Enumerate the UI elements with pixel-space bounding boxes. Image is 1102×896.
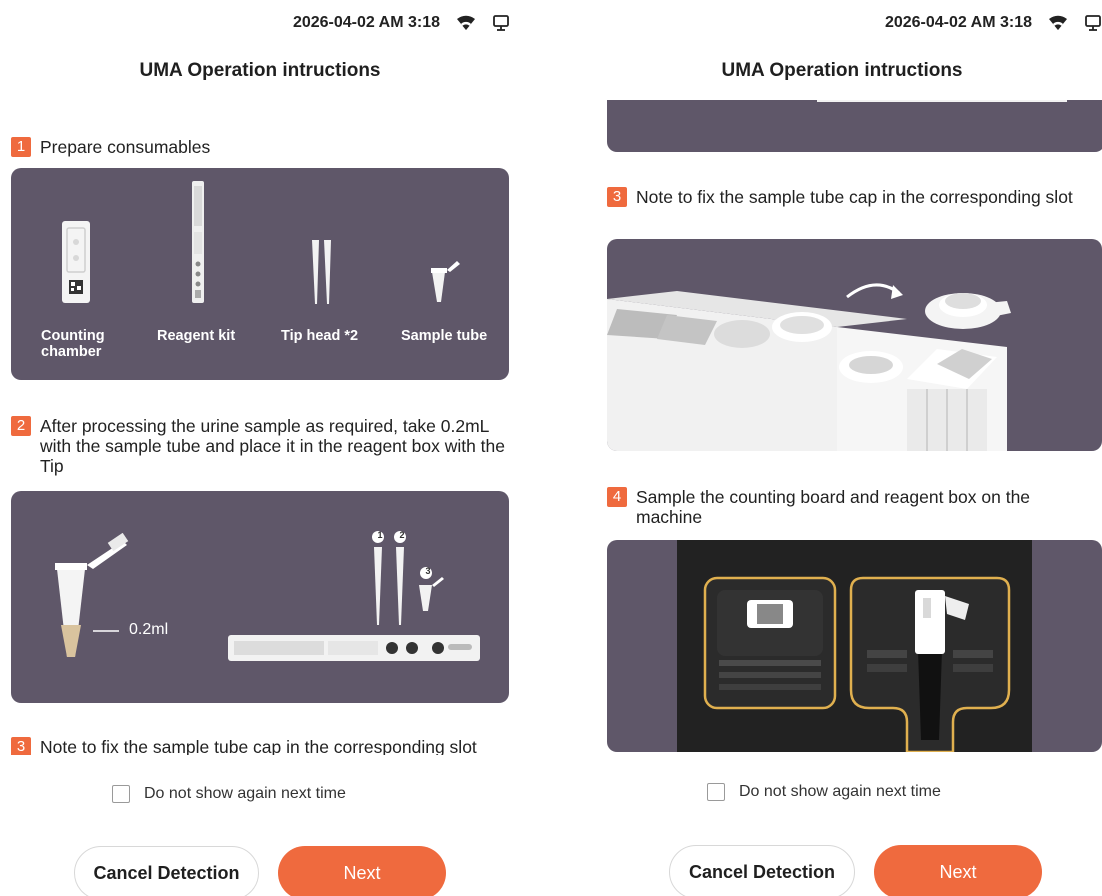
tip-head-image [312,240,331,304]
tip-marker: 1 [377,530,383,540]
do-not-show-again[interactable]: Do not show again next time [112,785,346,803]
reagent-box-tail-image [817,100,1067,102]
sample-loading-illustration: 0.2ml 1 2 3 [11,491,509,703]
next-button[interactable]: Next [874,845,1042,896]
step-text: After processing the urine sample as req… [40,416,506,476]
do-not-show-checkbox[interactable] [112,785,130,803]
step-text: Sample the counting board and reagent bo… [636,487,1031,527]
page-title: UMA Operation intructions [721,60,963,81]
step-number: 1 [11,137,31,157]
next-button[interactable]: Next [278,846,446,896]
screen-right: 2026-04-02 AM 3:18 UMA Operation intruct… [582,0,1102,896]
tips-and-reagent-box-image [228,531,480,661]
checkbox-label: Do not show again next time [739,783,941,800]
volume-label: 0.2ml [129,621,169,638]
sample-tube-image [431,261,460,302]
step-text: Note to fix the sample tube cap in the c… [40,737,477,755]
sample-loading-illustration [607,100,1102,152]
tube-marker: 3 [425,566,431,576]
step-1: 1 Prepare consumables [11,137,511,157]
wifi-icon [1049,15,1067,30]
step-text: Prepare consumables [40,137,211,157]
page-title: UMA Operation intructions [139,60,381,81]
status-datetime: 2026-04-02 AM 3:18 [884,14,1032,31]
tip-marker: 2 [399,530,405,540]
instructions-scroll-area[interactable]: 3 Note to fix the sample tube cap in the… [582,100,1102,755]
step-number: 3 [607,187,627,207]
step-text: Note to fix the sample tube cap in the c… [636,187,1073,207]
reagent-kit-image [192,181,204,303]
consumables-illustration: Counting chamber Reagent kit Tip head *2… [11,168,509,380]
monitor-icon [1085,15,1101,31]
step-4: 4 Sample the counting board and reagent … [607,487,1097,527]
consumable-label: Sample tube [401,328,488,344]
monitor-icon [493,15,509,31]
sample-tube-volume-image [55,533,129,657]
step-2: 2 After processing the urine sample as r… [11,416,511,476]
status-bar: 2026-04-02 AM 3:18 [293,12,510,34]
tube-cap-slot-image [607,283,1011,451]
wifi-icon [457,15,475,30]
step-number: 3 [11,737,31,755]
do-not-show-again[interactable]: Do not show again next time [707,783,941,801]
do-not-show-checkbox[interactable] [707,783,725,801]
step-3: 3 Note to fix the sample tube cap in the… [11,737,511,755]
consumable-label: Counting chamber [41,328,105,360]
consumable-label: Reagent kit [157,328,236,344]
step-number: 4 [607,487,627,507]
screen-left: 2026-04-02 AM 3:18 UMA Operation intruct… [0,0,520,896]
instructions-scroll-area[interactable]: 1 Prepare consumables Counting chamber R… [0,100,520,755]
cancel-detection-button[interactable]: Cancel Detection [669,845,855,896]
tube-cap-illustration [607,239,1102,451]
machine-slots-image [677,540,1032,752]
machine-loading-illustration [607,540,1102,752]
status-datetime: 2026-04-02 AM 3:18 [292,14,440,31]
step-3: 3 Note to fix the sample tube cap in the… [607,187,1097,207]
status-bar: 2026-04-02 AM 3:18 [885,12,1102,34]
checkbox-label: Do not show again next time [144,785,346,802]
counting-chamber-image [62,221,90,303]
step-number: 2 [11,416,31,436]
consumable-label: Tip head *2 [281,328,359,344]
cancel-detection-button[interactable]: Cancel Detection [74,846,259,896]
